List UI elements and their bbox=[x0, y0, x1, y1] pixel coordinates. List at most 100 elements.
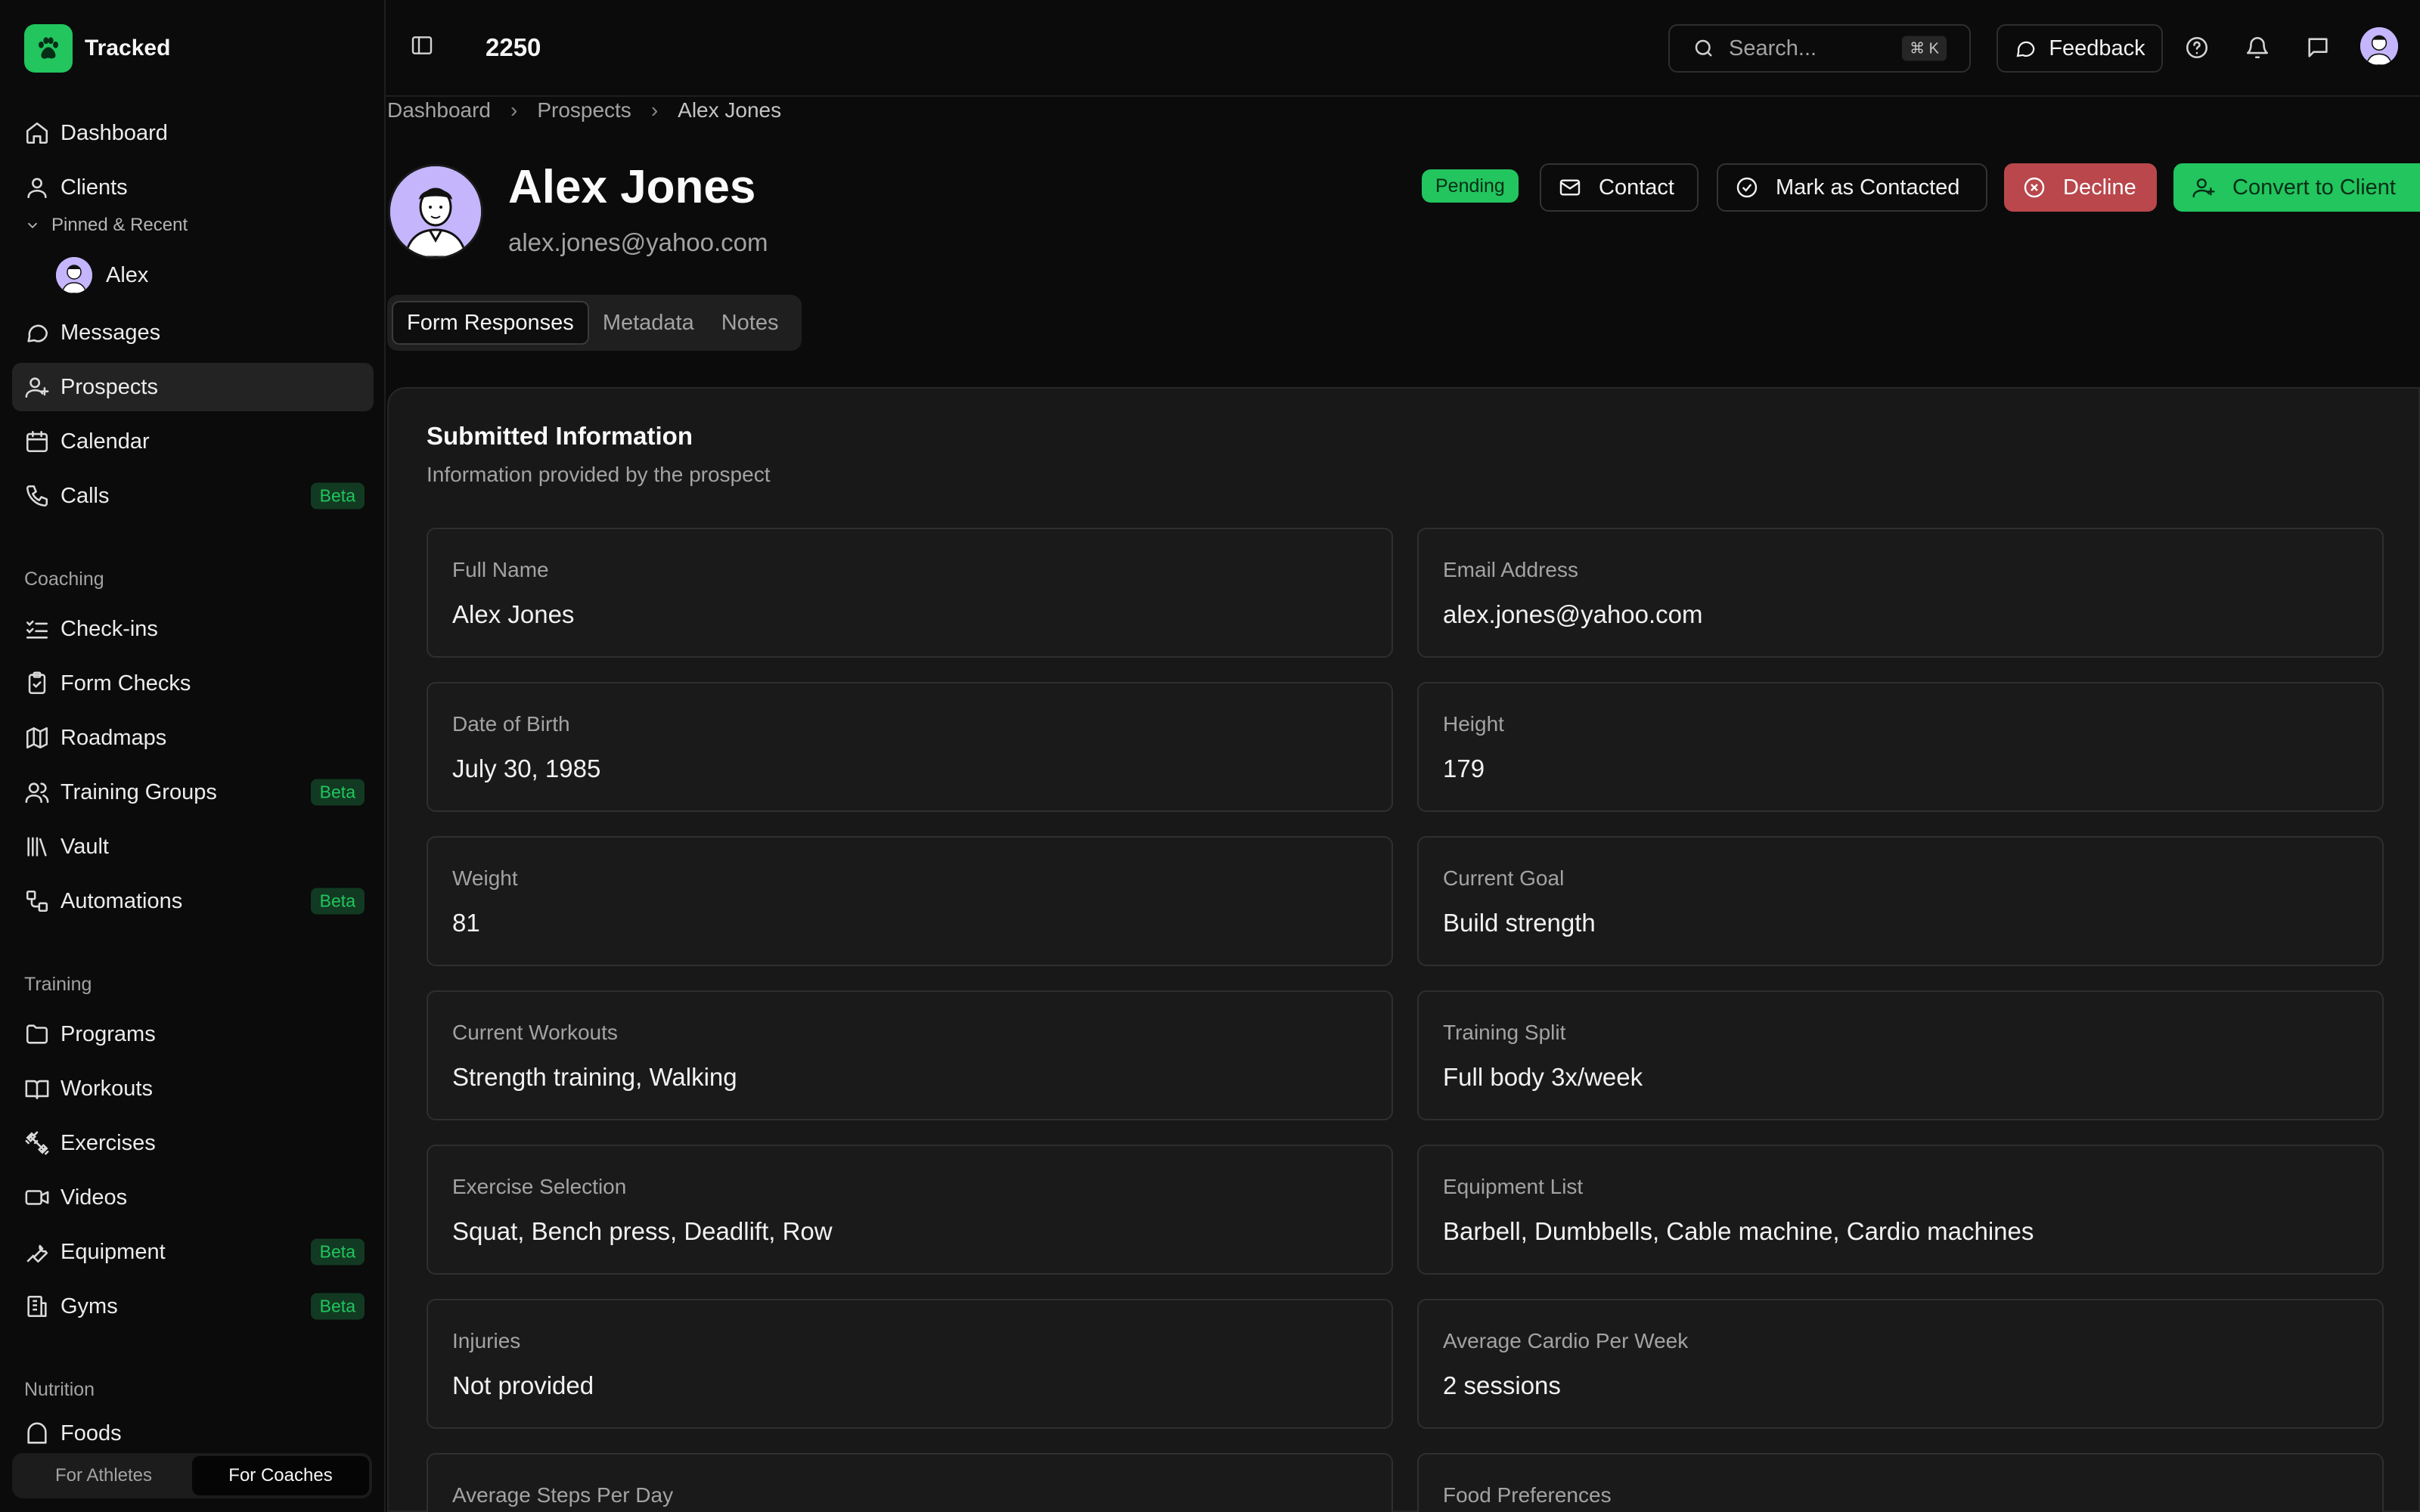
section-label-nutrition: Nutrition bbox=[24, 1379, 95, 1400]
field-label: Food Preferences bbox=[1443, 1483, 1612, 1507]
message-icon bbox=[24, 320, 50, 345]
field-training-split: Training Split Full body 3x/week bbox=[1417, 990, 2384, 1120]
sidebar-item-label: Dashboard bbox=[60, 120, 168, 145]
chat-icon[interactable] bbox=[2305, 35, 2331, 60]
sidebar-item-roadmaps[interactable]: Roadmaps bbox=[12, 714, 374, 762]
field-email-address: Email Address alex.jones@yahoo.com bbox=[1417, 528, 2384, 658]
sidebar-item-equipment[interactable]: Equipment Beta bbox=[12, 1228, 374, 1276]
beta-badge: Beta bbox=[310, 888, 365, 915]
pinned-recent-toggle[interactable]: Pinned & Recent bbox=[24, 215, 188, 236]
breadcrumb: Dashboard › Prospects › Alex Jones bbox=[387, 98, 781, 122]
sidebar-item-gyms[interactable]: Gyms Beta bbox=[12, 1282, 374, 1331]
field-value: Strength training, Walking bbox=[452, 1063, 737, 1091]
sidebar-item-label: Gyms bbox=[60, 1294, 118, 1318]
decline-button[interactable]: Decline bbox=[2004, 163, 2157, 212]
sidebar-item-vault[interactable]: Vault bbox=[12, 823, 374, 871]
message-icon bbox=[2016, 41, 2035, 57]
field-value: Full body 3x/week bbox=[1443, 1063, 1643, 1091]
sidebar-item-calendar[interactable]: Calendar bbox=[12, 417, 374, 466]
mark-contacted-button[interactable]: Mark as Contacted bbox=[1717, 163, 1987, 212]
chevron-down-icon bbox=[27, 222, 38, 229]
for-coaches-option[interactable]: For Coaches bbox=[192, 1456, 369, 1495]
feedback-button[interactable]: Feedback bbox=[1996, 24, 2163, 73]
search-placeholder: Search... bbox=[1729, 36, 1817, 60]
pinned-user-name: Alex bbox=[106, 262, 149, 287]
field-label: Exercise Selection bbox=[452, 1175, 627, 1198]
for-athletes-option[interactable]: For Athletes bbox=[15, 1456, 192, 1495]
sidebar-item-label: Check-ins bbox=[60, 616, 158, 641]
breadcrumb-dashboard[interactable]: Dashboard bbox=[387, 98, 491, 122]
section-label-coaching: Coaching bbox=[24, 569, 104, 590]
field-injuries: Injuries Not provided bbox=[427, 1299, 1393, 1429]
field-value: Alex Jones bbox=[452, 600, 575, 628]
page-id: 2250 bbox=[486, 33, 541, 61]
field-label: Email Address bbox=[1443, 558, 1578, 581]
sidebar-item-foods[interactable]: Foods bbox=[12, 1415, 374, 1445]
pinned-recent-label: Pinned & Recent bbox=[51, 215, 188, 235]
field-value: Barbell, Dumbbells, Cable machine, Cardi… bbox=[1443, 1217, 2034, 1245]
submitted-information-card: Submitted Information Information provid… bbox=[387, 387, 2420, 1512]
field-full-name: Full Name Alex Jones bbox=[427, 528, 1393, 658]
sidebar-item-label: Training Groups bbox=[60, 779, 217, 804]
tab-form-responses[interactable]: Form Responses bbox=[392, 301, 589, 345]
pinned-user-alex[interactable]: Alex bbox=[56, 257, 148, 293]
status-badge: Pending bbox=[1422, 169, 1519, 203]
field-label: Average Cardio Per Week bbox=[1443, 1329, 1689, 1352]
sidebar-item-training-groups[interactable]: Training Groups Beta bbox=[12, 768, 374, 816]
field-label: Date of Birth bbox=[452, 712, 570, 736]
field-label: Training Split bbox=[1443, 1021, 1566, 1044]
decline-label: Decline bbox=[2063, 175, 2136, 200]
user-plus-icon bbox=[24, 374, 50, 400]
profile-email: alex.jones@yahoo.com bbox=[508, 228, 768, 256]
sidebar-item-form-checks[interactable]: Form Checks bbox=[12, 659, 374, 708]
sidebar-item-exercises[interactable]: Exercises bbox=[12, 1119, 374, 1167]
convert-to-client-button[interactable]: Convert to Client bbox=[2173, 163, 2420, 212]
breadcrumb-prospects[interactable]: Prospects bbox=[537, 98, 631, 122]
field-average-cardio: Average Cardio Per Week 2 sessions bbox=[1417, 1299, 2384, 1429]
brand[interactable]: Tracked bbox=[24, 24, 170, 73]
bell-icon[interactable] bbox=[2245, 35, 2270, 60]
sidebar-item-label: Messages bbox=[60, 320, 161, 345]
beta-badge: Beta bbox=[310, 482, 365, 510]
sidebar-item-prospects[interactable]: Prospects bbox=[12, 363, 374, 411]
tab-notes[interactable]: Notes bbox=[708, 301, 793, 345]
field-weight: Weight 81 bbox=[427, 836, 1393, 966]
sidebar-item-videos[interactable]: Videos bbox=[12, 1173, 374, 1222]
paw-logo-icon bbox=[24, 24, 73, 73]
tab-metadata[interactable]: Metadata bbox=[589, 301, 708, 345]
sidebar-item-automations[interactable]: Automations Beta bbox=[12, 877, 374, 925]
tabs: Form Responses Metadata Notes bbox=[387, 295, 802, 351]
contact-label: Contact bbox=[1599, 175, 1674, 200]
card-title: Submitted Information bbox=[427, 422, 693, 450]
check-circle-icon bbox=[1736, 177, 1758, 198]
sidebar-toggle-icon[interactable] bbox=[410, 33, 440, 64]
field-value: July 30, 1985 bbox=[452, 754, 601, 782]
sidebar-item-check-ins[interactable]: Check-ins bbox=[12, 605, 374, 653]
field-current-workouts: Current Workouts Strength training, Walk… bbox=[427, 990, 1393, 1120]
search-input[interactable]: Search... ⌘ K bbox=[1668, 24, 1971, 73]
help-icon[interactable] bbox=[2184, 35, 2210, 60]
field-value: 2 sessions bbox=[1443, 1371, 1561, 1399]
field-value: Not provided bbox=[452, 1371, 594, 1399]
sidebar-item-workouts[interactable]: Workouts bbox=[12, 1064, 374, 1113]
sidebar-item-clients[interactable]: Clients bbox=[12, 163, 374, 212]
field-label: Equipment List bbox=[1443, 1175, 1584, 1198]
building-icon bbox=[24, 1294, 50, 1319]
user-avatar[interactable] bbox=[2360, 27, 2398, 65]
feedback-label: Feedback bbox=[2049, 36, 2145, 60]
field-current-goal: Current Goal Build strength bbox=[1417, 836, 2384, 966]
calendar-icon bbox=[24, 429, 50, 454]
sidebar-item-calls[interactable]: Calls Beta bbox=[12, 472, 374, 520]
sidebar-item-messages[interactable]: Messages bbox=[12, 308, 374, 357]
sidebar-item-dashboard[interactable]: Dashboard bbox=[12, 109, 374, 157]
mark-contacted-label: Mark as Contacted bbox=[1776, 175, 1960, 200]
field-value: 179 bbox=[1443, 754, 1485, 782]
sidebar-item-label: Foods bbox=[60, 1421, 122, 1445]
page-title: Alex Jones bbox=[508, 161, 756, 213]
sidebar-item-label: Form Checks bbox=[60, 671, 191, 696]
sidebar-item-programs[interactable]: Programs bbox=[12, 1010, 374, 1058]
convert-label: Convert to Client bbox=[2232, 175, 2396, 200]
brand-name: Tracked bbox=[85, 36, 171, 60]
field-label: Height bbox=[1443, 712, 1504, 736]
contact-button[interactable]: Contact bbox=[1540, 163, 1699, 212]
